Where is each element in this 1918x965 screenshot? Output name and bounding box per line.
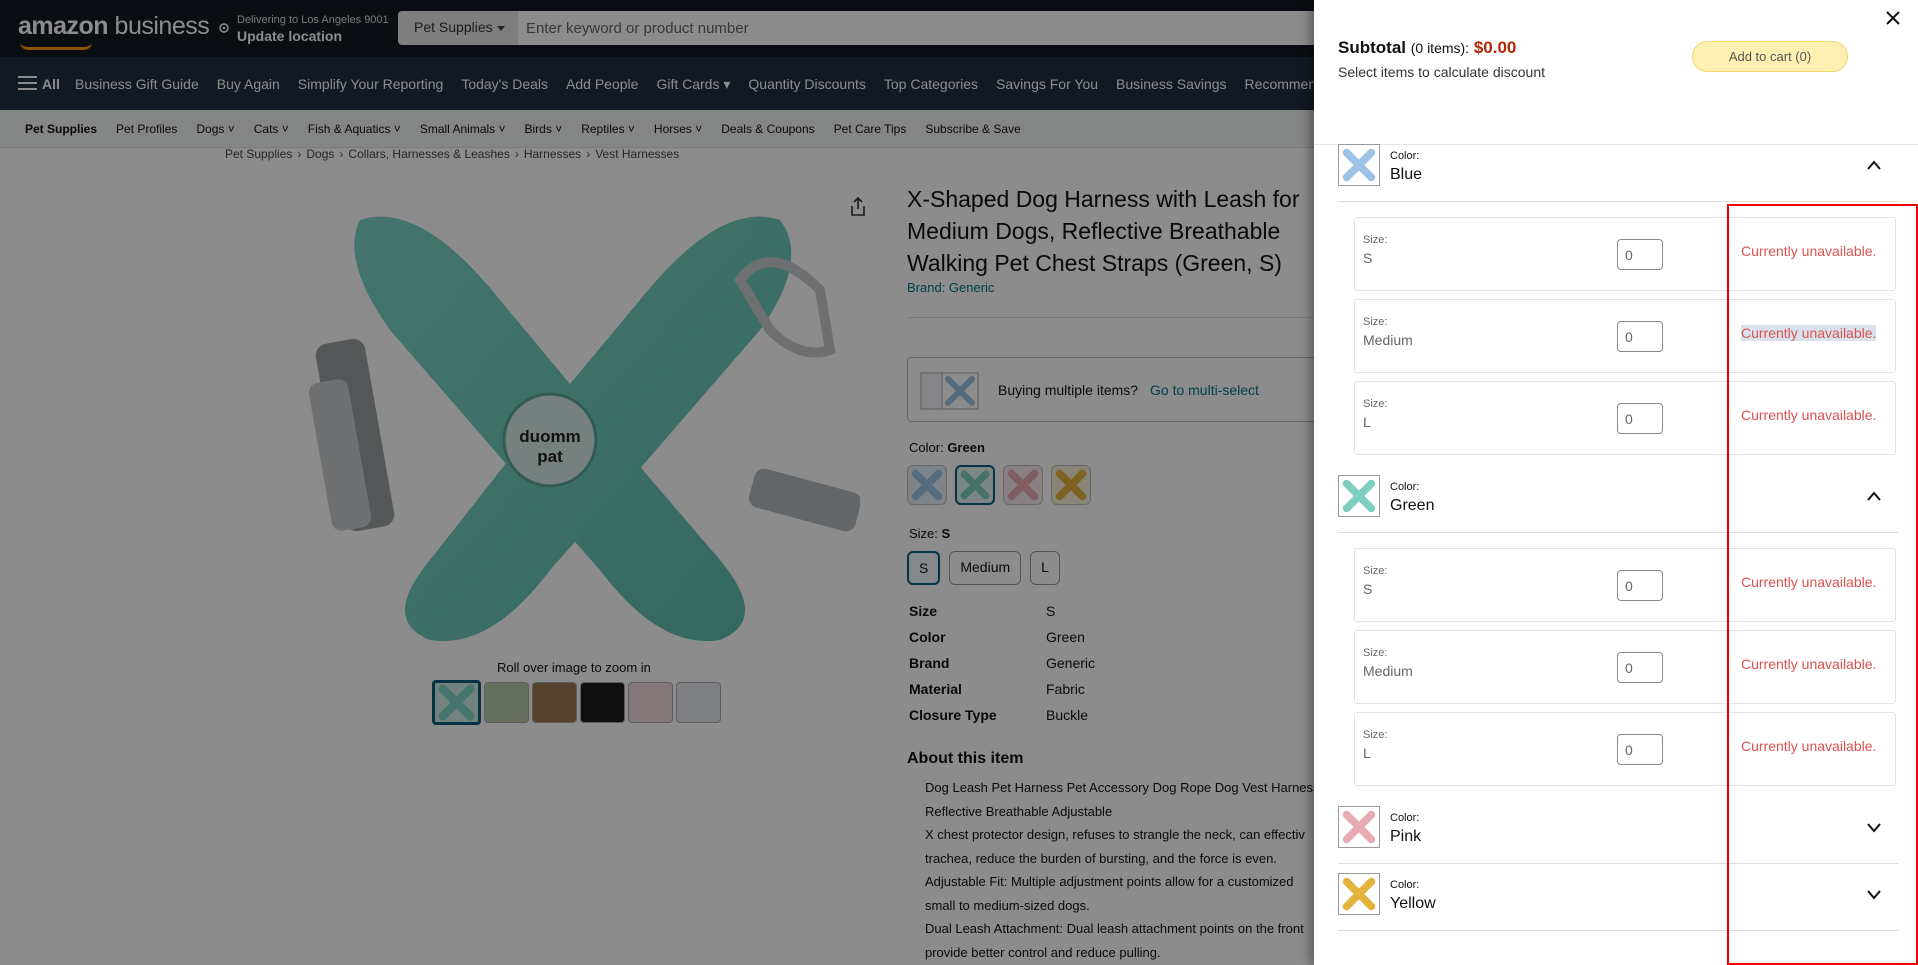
- color-label: Color:: [1390, 812, 1420, 824]
- unavailable-text: Currently unavailable.: [1741, 738, 1877, 754]
- quantity-input[interactable]: [1617, 239, 1663, 270]
- color-group-header-pink[interactable]: Color: Pink: [1338, 806, 1898, 864]
- size-row: Size: S Currently unavailable.: [1354, 217, 1896, 291]
- unavailable-text: Currently unavailable.: [1741, 325, 1877, 341]
- color-label: Color:: [1390, 150, 1420, 162]
- size-row: Size: S Currently unavailable.: [1354, 548, 1896, 622]
- color-group-header-green[interactable]: Color: Green: [1338, 475, 1898, 533]
- subtotal-count: (0 items):: [1410, 40, 1470, 56]
- drawer-header: Subtotal (0 items): $0.00 Select items t…: [1314, 0, 1918, 145]
- color-thumb-pink: [1338, 806, 1380, 848]
- size-value: L: [1363, 414, 1371, 430]
- size-label: Size:: [1363, 316, 1388, 328]
- color-value: Pink: [1390, 828, 1422, 845]
- subtotal-price: $0.00: [1473, 38, 1517, 57]
- color-group-header-yellow[interactable]: Color: Yellow: [1338, 873, 1898, 931]
- size-value: L: [1363, 745, 1371, 761]
- size-value: Medium: [1363, 663, 1413, 679]
- chevron-down-icon[interactable]: [1866, 887, 1882, 900]
- size-label: Size:: [1363, 565, 1388, 577]
- calc-hint: Select items to calculate discount: [1338, 64, 1545, 80]
- color-label: Color:: [1390, 481, 1420, 493]
- unavailable-text: Currently unavailable.: [1741, 656, 1877, 672]
- multi-select-drawer: Subtotal (0 items): $0.00 Select items t…: [1314, 0, 1918, 965]
- unavailable-text: Currently unavailable.: [1741, 407, 1877, 423]
- size-value: S: [1363, 250, 1373, 266]
- size-row: Size: L Currently unavailable.: [1354, 381, 1896, 455]
- size-row: Size: Medium Currently unavailable.: [1354, 299, 1896, 373]
- unavailable-text: Currently unavailable.: [1741, 574, 1877, 590]
- chevron-down-icon[interactable]: [1866, 820, 1882, 833]
- size-row: Size: L Currently unavailable.: [1354, 712, 1896, 786]
- color-value: Green: [1390, 497, 1435, 514]
- quantity-input[interactable]: [1617, 570, 1663, 601]
- size-label: Size:: [1363, 234, 1388, 246]
- close-icon[interactable]: [1884, 9, 1902, 27]
- size-value: S: [1363, 581, 1373, 597]
- quantity-input[interactable]: [1617, 734, 1663, 765]
- subtotal-label: Subtotal: [1338, 38, 1406, 57]
- color-group-header-blue[interactable]: Color: Blue: [1338, 144, 1898, 202]
- color-value: Blue: [1390, 166, 1423, 183]
- size-row: Size: Medium Currently unavailable.: [1354, 630, 1896, 704]
- color-value: Yellow: [1390, 895, 1436, 912]
- size-label: Size:: [1363, 729, 1388, 741]
- add-to-cart-button[interactable]: Add to cart (0): [1692, 41, 1848, 72]
- color-thumb-blue: [1338, 144, 1380, 186]
- color-thumb-green: [1338, 475, 1380, 517]
- color-thumb-yellow: [1338, 873, 1380, 915]
- quantity-input[interactable]: [1617, 403, 1663, 434]
- unavailable-text: Currently unavailable.: [1741, 243, 1877, 259]
- quantity-input[interactable]: [1617, 652, 1663, 683]
- size-value: Medium: [1363, 332, 1413, 348]
- chevron-up-icon[interactable]: [1866, 158, 1882, 170]
- quantity-input[interactable]: [1617, 321, 1663, 352]
- color-label: Color:: [1390, 879, 1420, 891]
- size-label: Size:: [1363, 398, 1388, 410]
- size-label: Size:: [1363, 647, 1388, 659]
- subtotal: Subtotal (0 items): $0.00: [1338, 38, 1516, 58]
- chevron-up-icon[interactable]: [1866, 489, 1882, 501]
